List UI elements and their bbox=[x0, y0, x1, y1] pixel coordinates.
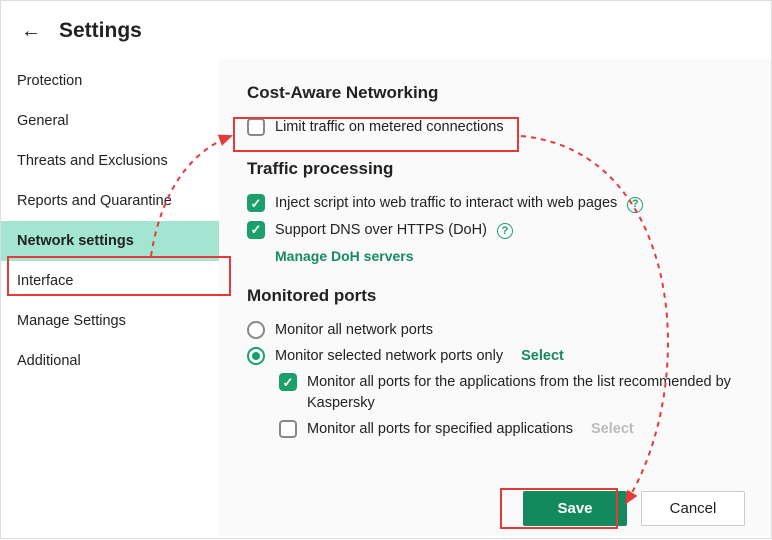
sidebar-item-label: Protection bbox=[17, 73, 82, 89]
inject-script-label: Inject script into web traffic to intera… bbox=[275, 193, 743, 213]
sidebar-item-label: Interface bbox=[17, 273, 73, 289]
limit-traffic-option[interactable]: Limit traffic on metered connections bbox=[247, 117, 743, 137]
monitor-selected-ports-radio[interactable] bbox=[247, 347, 265, 365]
sidebar-item-label: Threats and Exclusions bbox=[17, 153, 168, 169]
select-specified-apps-link: Select bbox=[591, 421, 634, 437]
save-button[interactable]: Save bbox=[523, 491, 627, 526]
support-doh-option[interactable]: Support DNS over HTTPS (DoH) ? bbox=[247, 220, 743, 240]
header: ← Settings bbox=[1, 1, 771, 59]
monitor-all-ports-radio[interactable] bbox=[247, 321, 265, 339]
monitor-specified-apps-checkbox[interactable] bbox=[279, 420, 297, 438]
inject-script-option[interactable]: Inject script into web traffic to intera… bbox=[247, 193, 743, 213]
sidebar-item-label: Manage Settings bbox=[17, 313, 126, 329]
manage-doh-servers-link[interactable]: Manage DoH servers bbox=[275, 248, 414, 264]
sidebar-item-general[interactable]: General bbox=[1, 101, 219, 141]
settings-content: Cost-Aware Networking Limit traffic on m… bbox=[219, 59, 771, 536]
settings-sidebar: Protection General Threats and Exclusion… bbox=[1, 59, 219, 536]
help-icon[interactable]: ? bbox=[497, 223, 513, 239]
sidebar-item-network-settings[interactable]: Network settings bbox=[1, 221, 219, 261]
section-heading-monitored-ports: Monitored ports bbox=[247, 286, 743, 306]
limit-traffic-checkbox[interactable] bbox=[247, 118, 265, 136]
sidebar-item-interface[interactable]: Interface bbox=[1, 261, 219, 301]
sidebar-item-label: Reports and Quarantine bbox=[17, 193, 172, 209]
monitor-recommended-apps-checkbox[interactable] bbox=[279, 373, 297, 391]
monitor-all-ports-option[interactable]: Monitor all network ports bbox=[247, 320, 743, 340]
limit-traffic-label: Limit traffic on metered connections bbox=[275, 117, 743, 137]
cancel-button[interactable]: Cancel bbox=[641, 491, 745, 526]
select-ports-link[interactable]: Select bbox=[521, 348, 564, 364]
sidebar-item-threats-exclusions[interactable]: Threats and Exclusions bbox=[1, 141, 219, 181]
sidebar-item-label: Network settings bbox=[17, 233, 134, 249]
monitor-selected-ports-label: Monitor selected network ports only Sele… bbox=[275, 346, 743, 366]
support-doh-label: Support DNS over HTTPS (DoH) ? bbox=[275, 220, 743, 240]
footer-buttons: Save Cancel bbox=[523, 491, 745, 526]
sidebar-item-protection[interactable]: Protection bbox=[1, 61, 219, 101]
sidebar-item-label: General bbox=[17, 113, 69, 129]
sidebar-item-reports-quarantine[interactable]: Reports and Quarantine bbox=[1, 181, 219, 221]
monitor-selected-ports-option[interactable]: Monitor selected network ports only Sele… bbox=[247, 346, 743, 366]
inject-script-checkbox[interactable] bbox=[247, 194, 265, 212]
monitor-specified-apps-label: Monitor all ports for specified applicat… bbox=[307, 419, 743, 439]
sidebar-item-manage-settings[interactable]: Manage Settings bbox=[1, 301, 219, 341]
page-title: Settings bbox=[59, 19, 142, 43]
back-arrow-icon[interactable]: ← bbox=[21, 20, 41, 43]
monitor-recommended-apps-label: Monitor all ports for the applications f… bbox=[307, 372, 743, 413]
support-doh-checkbox[interactable] bbox=[247, 221, 265, 239]
monitor-specified-apps-option[interactable]: Monitor all ports for specified applicat… bbox=[279, 419, 743, 439]
help-icon[interactable]: ? bbox=[627, 197, 643, 213]
sidebar-item-additional[interactable]: Additional bbox=[1, 341, 219, 381]
monitor-recommended-apps-option[interactable]: Monitor all ports for the applications f… bbox=[279, 372, 743, 413]
section-heading-traffic-processing: Traffic processing bbox=[247, 159, 743, 179]
sidebar-item-label: Additional bbox=[17, 353, 81, 369]
monitor-all-ports-label: Monitor all network ports bbox=[275, 320, 743, 340]
section-heading-cost-aware: Cost-Aware Networking bbox=[247, 83, 743, 103]
